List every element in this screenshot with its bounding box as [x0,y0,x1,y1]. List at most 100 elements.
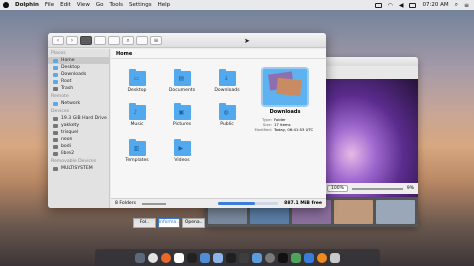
app-name[interactable]: Dolphin [15,2,39,8]
folder-documents[interactable]: ▤ Documents [166,69,198,93]
text-editor-icon[interactable] [200,252,210,263]
search-button[interactable]: ⌕ [122,35,134,45]
menubar-clock[interactable]: 07:20 AM [422,2,448,8]
wifi-icon[interactable]: ◠ [388,2,393,9]
sidebar-item-downloads[interactable]: Downloads [48,71,109,78]
folder-icon: ▶ [173,139,191,156]
thumbnail[interactable] [334,200,373,224]
folder-public[interactable]: ◍ Public [211,103,243,127]
dolphin-window[interactable]: ‹ › ⌕ ≡ Places Home Desktop Downloads Ro… [48,33,326,208]
drive-icon [53,151,58,156]
menu-file[interactable]: File [45,2,54,8]
menu-tools[interactable]: Tools [109,2,123,8]
search-icon[interactable]: ⌕ [455,1,458,9]
thumbnail[interactable] [376,200,415,224]
sidebar-item-label: Trash [61,86,74,91]
root-icon [53,79,58,84]
menu-go[interactable]: Go [96,2,104,8]
settings-icon[interactable] [265,252,275,263]
dolphin-icon[interactable] [252,252,262,263]
menu-button[interactable]: ≡ [150,35,162,45]
viewer-zoom-slider[interactable] [351,187,403,190]
tab-folders[interactable]: Fol.. [133,218,156,228]
sidebar-item-yakkety[interactable]: yakkety [48,122,109,129]
sidebar-item-neon[interactable]: neon [48,136,109,143]
sidebar-item-network[interactable]: Network [48,100,109,107]
volume-icon[interactable]: ◀ [399,2,404,9]
sidebar-item-desktop[interactable]: Desktop [48,64,109,71]
split-view-button[interactable] [136,35,148,45]
finder-icon[interactable] [135,252,145,263]
tab-open[interactable]: Opena.. [182,218,206,228]
network-icon [53,101,58,106]
trash-dock-icon[interactable] [330,252,340,263]
folder-label: Templates [125,158,149,163]
firefox-icon[interactable] [161,252,171,263]
zoom-field[interactable]: 100% [327,185,348,192]
display-icon[interactable] [374,2,382,8]
zoom-percent: 9% [406,186,414,191]
sidebar-item-hard-drive[interactable]: 19.3 GiB Hard Drive [48,115,109,122]
sidebar-item-home[interactable]: Home [48,57,109,64]
folder-templates[interactable]: ▥ Templates [121,139,153,163]
sidebar-item-label: 19.3 GiB Hard Drive [61,116,107,121]
menu-help[interactable]: Help [158,2,171,8]
folder-icon: ▣ [173,103,191,120]
folder-pictures[interactable]: ▣ Pictures [166,103,198,127]
folder-label: Pictures [172,122,192,127]
preview-row-modified: Modified: Today, 06:41:53 UTC [254,127,316,132]
folder-desktop[interactable]: ▭ Desktop [121,69,153,93]
hamburger-icon: ≡ [153,36,159,44]
calendar-icon[interactable] [174,252,184,263]
folder-icon: ▤ [173,69,191,86]
folder-videos[interactable]: ▶ Videos [166,139,198,163]
sidebar-item-label: Home [61,58,75,63]
sidebar-item-label: libre2 [61,151,75,156]
pictures-glyph-icon: ▣ [178,109,185,116]
battery-icon[interactable] [409,2,417,8]
sidebar-item-trisquel[interactable]: trisquel [48,129,109,136]
folder-downloads[interactable]: ↓ Downloads [211,69,243,93]
apple-menu-icon[interactable] [3,2,9,8]
terminal-icon[interactable] [187,252,197,263]
desktop-icon [53,65,58,70]
photos-icon[interactable] [213,252,223,263]
zoom-slider[interactable] [141,202,166,205]
back-button[interactable]: ‹ [52,35,64,45]
launcher-icon[interactable] [148,252,158,263]
details-view-button[interactable] [108,35,120,45]
music-player-icon[interactable] [226,252,236,263]
folder-label: Videos [174,158,190,163]
drive-icon [53,144,58,149]
breadcrumb[interactable]: Home [111,49,326,59]
compact-view-button[interactable] [94,35,106,45]
forward-button[interactable]: › [66,35,78,45]
icons-view-button[interactable] [80,35,92,45]
sidebar-item-trash[interactable]: Trash [48,85,109,92]
menu-edit[interactable]: Edit [60,2,71,8]
sidebar-item-libre2[interactable]: libre2 [48,150,109,157]
panel-tabs: Fol.. Informa.. Opena.. [133,218,206,228]
menu-list-icon[interactable]: ≡ [464,2,469,9]
sidebar-item-label: bodi [61,144,71,149]
sidebar-item-multisystem[interactable]: MULTISYSTEM [48,165,109,172]
network-manager-icon[interactable] [291,252,301,263]
sidebar-item-label: trisquel [61,130,79,135]
media-icon[interactable] [278,252,288,263]
trash-icon [53,86,58,91]
drive-icon [53,123,58,128]
free-space-fill [218,202,256,205]
sidebar-item-bodi[interactable]: bodi [48,143,109,150]
drive-icon [53,130,58,135]
folder-music[interactable]: ♪ Music [121,103,153,127]
store-icon[interactable] [304,252,314,263]
breadcrumb-home[interactable]: Home [116,51,132,57]
image-viewer-icon[interactable] [239,252,249,263]
free-space-label: 887.1 MiB free [284,201,322,206]
tab-information[interactable]: Informa.. [157,218,181,228]
menu-settings[interactable]: Settings [129,2,152,8]
menu-view[interactable]: View [77,2,90,8]
sidebar-item-root[interactable]: Root [48,78,109,85]
folder-label: Desktop [127,88,147,93]
vlc-icon[interactable] [317,252,327,263]
